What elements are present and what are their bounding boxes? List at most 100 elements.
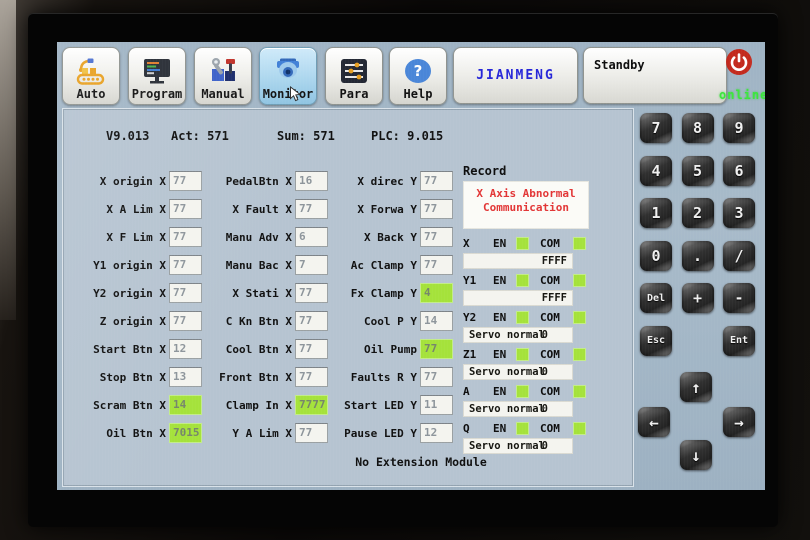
io-field-value: 77 xyxy=(420,171,453,191)
axis-name: Y1 xyxy=(463,274,493,287)
tab-label: Help xyxy=(404,87,433,101)
io-row: X direc Y77 xyxy=(317,171,453,191)
alarm-text: X Axis Abnormal xyxy=(464,187,588,201)
axis-status-group: AENCOM Servo normal0 xyxy=(463,385,595,417)
key-5[interactable]: 5 xyxy=(682,156,714,186)
com-label: COM xyxy=(540,274,573,287)
io-field-value: 4 xyxy=(420,283,453,303)
brand-button[interactable]: JIANMENG xyxy=(453,47,578,104)
extension-module-note: No Extension Module xyxy=(301,455,541,469)
key-7[interactable]: 7 xyxy=(640,113,672,143)
io-field-label: X F Lim X xyxy=(66,231,166,244)
key-4[interactable]: 4 xyxy=(640,156,672,186)
io-row: Ac Clamp Y77 xyxy=(317,255,453,275)
tab-label: Para xyxy=(340,87,369,101)
key-8[interactable]: 8 xyxy=(682,113,714,143)
axis-status-list: XENCOM FFFF Y1 EN COM FFFF Y2ENCOM Servo n… xyxy=(463,237,595,454)
key-3[interactable]: 3 xyxy=(723,198,755,228)
io-field-label: PedalBtn X xyxy=(192,175,292,188)
io-row: Clamp In X7777 xyxy=(192,395,328,415)
io-row: Pause LED Y12 xyxy=(317,423,453,443)
io-row: Start Btn X12 xyxy=(66,339,202,359)
key-1[interactable]: 1 xyxy=(640,198,672,228)
com-label: COM xyxy=(540,422,573,435)
axis-status-bar: FFFF xyxy=(463,290,573,306)
io-row: X Forwa Y77 xyxy=(317,199,453,219)
tab-label: Program xyxy=(132,87,183,101)
io-row: X origin X77 xyxy=(66,171,202,191)
arrow-right-key[interactable]: → xyxy=(723,407,755,437)
key-2[interactable]: 2 xyxy=(682,198,714,228)
tools-icon xyxy=(207,55,239,87)
axis-status-group: Z1ENCOM Servo normal0 xyxy=(463,348,595,380)
en-indicator xyxy=(516,348,529,361)
sum-count: Sum: 571 xyxy=(277,129,335,143)
key-plus[interactable]: + xyxy=(682,283,714,313)
io-field-value: 14 xyxy=(420,311,453,331)
tab-label: Auto xyxy=(77,87,106,101)
io-field-value: 77 xyxy=(420,255,453,275)
key-slash[interactable]: / xyxy=(723,241,755,271)
com-indicator xyxy=(573,385,586,398)
io-row: Fx Clamp Y4 xyxy=(317,283,453,303)
io-field-label: Y A Lim X xyxy=(192,427,292,440)
tab-help[interactable]: ? Help xyxy=(389,47,447,105)
machine-state-button[interactable]: Standby xyxy=(583,47,727,104)
key-minus[interactable]: - xyxy=(723,283,755,313)
io-field-label: Fx Clamp Y xyxy=(317,287,417,300)
en-label: EN xyxy=(493,237,516,250)
io-field-label: Oil Btn X xyxy=(66,427,166,440)
axis-status-value: 0 xyxy=(542,328,548,342)
axis-status-group: Y2ENCOM Servo normal0 xyxy=(463,311,595,343)
axis-status-text: Servo normal xyxy=(469,328,545,342)
io-row: Cool Btn X77 xyxy=(192,339,328,359)
ambient-wall xyxy=(0,0,16,320)
io-row: X F Lim X77 xyxy=(66,227,202,247)
tab-monitor[interactable]: Monitor xyxy=(259,47,317,105)
key-0[interactable]: 0 xyxy=(640,241,672,271)
io-row: Z origin X77 xyxy=(66,311,202,331)
key-esc[interactable]: Esc xyxy=(640,326,672,356)
key-6[interactable]: 6 xyxy=(723,156,755,186)
io-row: X Stati X77 xyxy=(192,283,328,303)
en-indicator xyxy=(516,274,529,287)
axis-status-bar: Servo normal0 xyxy=(463,401,573,417)
io-row: C Kn Btn X77 xyxy=(192,311,328,331)
tab-label: Manual xyxy=(201,87,244,101)
tab-auto[interactable]: Auto xyxy=(62,47,120,105)
axis-status-value: 0 xyxy=(542,402,548,416)
key-ent[interactable]: Ent xyxy=(723,326,755,356)
io-row: Front Btn X77 xyxy=(192,367,328,387)
io-row: X Fault X77 xyxy=(192,199,328,219)
io-field-label: Start Btn X xyxy=(66,343,166,356)
power-icon[interactable] xyxy=(725,48,753,76)
axis-status-group: XENCOM FFFF xyxy=(463,237,595,269)
io-field-label: Ac Clamp Y xyxy=(317,259,417,272)
io-field-label: Clamp In X xyxy=(192,399,292,412)
arrow-left-key[interactable]: ← xyxy=(638,407,670,437)
plc-version: PLC: 9.015 xyxy=(371,129,443,143)
io-row: Scram Btn X14 xyxy=(66,395,202,415)
key-dot[interactable]: . xyxy=(682,241,714,271)
record-section: Record X Axis Abnormal Communication XEN… xyxy=(463,164,595,454)
key-9[interactable]: 9 xyxy=(723,113,755,143)
arrow-up-key[interactable]: ↑ xyxy=(680,372,712,402)
tab-para[interactable]: Para xyxy=(325,47,383,105)
tab-program[interactable]: Program xyxy=(128,47,186,105)
key-del[interactable]: Del xyxy=(640,283,672,313)
act-count: Act: 571 xyxy=(171,129,229,143)
monitor-panel: V9.013 Act: 571 Sum: 571 PLC: 9.015 X or… xyxy=(62,108,634,487)
io-field-label: Manu Adv X xyxy=(192,231,292,244)
code-monitor-icon xyxy=(141,55,173,87)
com-label: COM xyxy=(540,385,573,398)
tab-manual[interactable]: Manual xyxy=(194,47,252,105)
arrow-down-key[interactable]: ↓ xyxy=(680,440,712,470)
axis-name: Z1 xyxy=(463,348,493,361)
axis-name: Y2 xyxy=(463,311,493,324)
io-row: Faults R Y77 xyxy=(317,367,453,387)
alarm-text: Communication xyxy=(464,201,588,215)
online-status: online xyxy=(719,88,765,102)
mouse-cursor-icon xyxy=(289,86,302,107)
robot-arm-conveyor-icon xyxy=(74,55,108,87)
sliders-icon xyxy=(339,55,369,87)
